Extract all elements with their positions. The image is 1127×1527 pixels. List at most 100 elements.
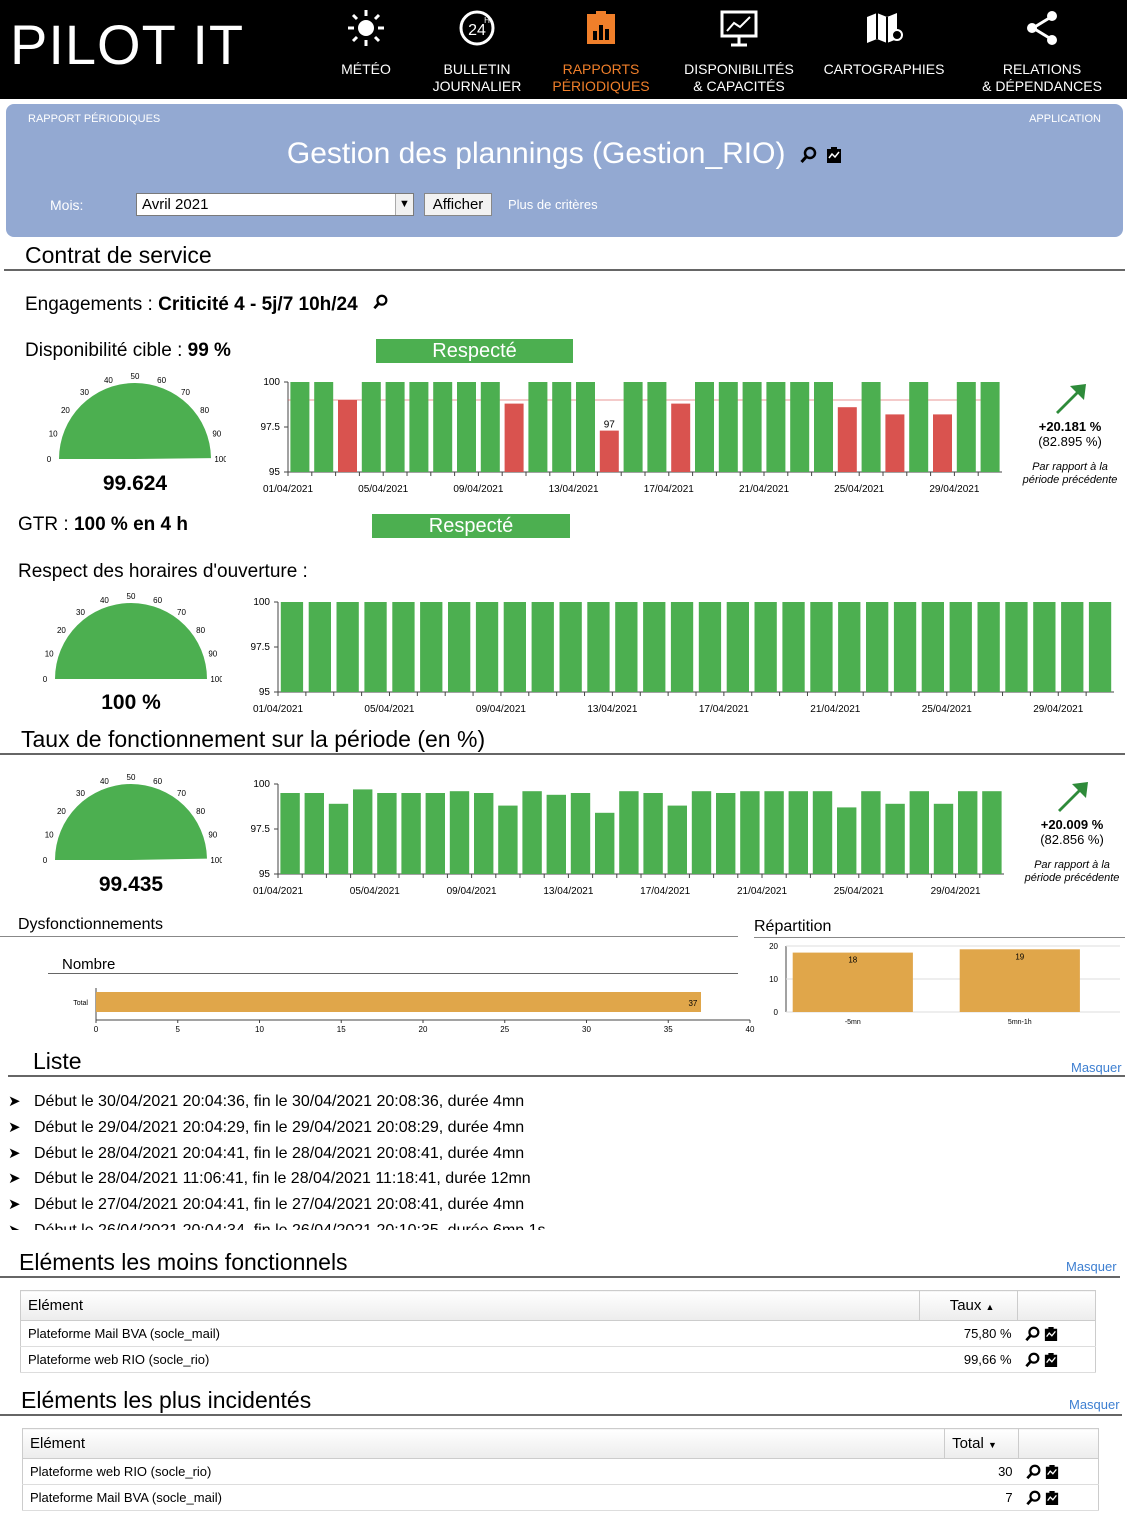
month-select[interactable]: Avril 2021 ▼: [136, 193, 414, 216]
target-label: Disponibilité cible :: [25, 340, 183, 361]
chart-bar: [425, 793, 445, 874]
hide-most-incidents-link[interactable]: Masquer: [1069, 1397, 1120, 1412]
list-item-text: Début le 28/04/2021 20:04:41, fin le 28/…: [34, 1144, 525, 1162]
details-icon[interactable]: [826, 146, 842, 164]
x-tick-label: 17/04/2021: [699, 704, 749, 715]
chart-bar: [615, 602, 638, 692]
table-row[interactable]: Plateforme Mail BVA (socle_mail) 75,80 %: [20, 1320, 1096, 1347]
list-item[interactable]: ➤ Début le 27/04/2021 20:04:41, fin le 27…: [8, 1195, 708, 1221]
chart-bar: [671, 403, 691, 472]
24h-clock-icon: 24 H: [459, 10, 495, 46]
most-incidents-table: Elément Total ▼ Plateforme web RIO (socl…: [22, 1428, 1099, 1511]
search-icon[interactable]: [1025, 1464, 1042, 1480]
search-icon[interactable]: [1024, 1352, 1041, 1368]
x-tick-label: 25: [500, 1025, 509, 1034]
y-tick-label: 100: [253, 597, 270, 608]
search-icon[interactable]: [1025, 1490, 1042, 1506]
chart-bar: [96, 992, 701, 1012]
hide-least-functional-link[interactable]: Masquer: [1066, 1259, 1117, 1274]
column-header-total[interactable]: Total ▼: [944, 1428, 1020, 1459]
chart-bar: [475, 602, 499, 692]
nav-item-bulletin[interactable]: 24 H BULLETIN JOURNALIER: [424, 0, 530, 99]
chart-bar: [587, 602, 610, 692]
gauge-tick-label: 0: [43, 675, 48, 684]
chart-bar: [980, 382, 1000, 472]
table-row[interactable]: Plateforme web RIO (socle_rio) 30: [22, 1458, 1099, 1485]
details-icon[interactable]: [1045, 1490, 1059, 1506]
x-tick-label: 5mn-1h: [1008, 1019, 1032, 1026]
nav-label: BULLETIN: [443, 61, 511, 77]
chart-bar: [921, 602, 944, 692]
chart-bar: [933, 803, 954, 874]
list-item-text: Début le 30/04/2021 20:04:36, fin le 30/…: [34, 1093, 525, 1110]
chart-bar: [766, 382, 786, 472]
gauge-tick-label: 10: [49, 429, 58, 438]
search-icon[interactable]: [800, 146, 818, 164]
list-item[interactable]: ➤ Début le 28/04/2021 20:04:41, fin le 28…: [8, 1144, 708, 1170]
chart-bar: [420, 602, 443, 692]
table-header-row: Elément Taux ▲: [20, 1290, 1096, 1321]
list-item[interactable]: ➤ Début le 30/04/2021 20:04:36, fin le 30…: [8, 1092, 708, 1118]
gauge-tick-label: 30: [76, 608, 85, 617]
chart-bar: [933, 414, 952, 472]
distribution-title: Répartition: [754, 918, 832, 935]
chart-malfunctions-distribution: 0 10 20 18 -5mn 19 5mn-1h: [769, 942, 1120, 1026]
breadcrumb[interactable]: RAPPORT PÉRIODIQUES: [28, 113, 160, 125]
table-row[interactable]: Plateforme Mail BVA (socle_mail) 7: [22, 1484, 1099, 1511]
x-tick-label: -5mn: [845, 1019, 861, 1026]
chart-bar: [280, 793, 300, 874]
x-tick-label: 5: [176, 1025, 181, 1034]
target-availability-line: Disponibilité cible : 99 %: [25, 340, 231, 362]
column-header-rate[interactable]: Taux ▲: [919, 1290, 1019, 1321]
gauge-tick-label: 50: [127, 773, 136, 782]
table-cell-value: 7: [944, 1484, 1019, 1511]
nav-item-disponibilites[interactable]: DISPONIBILITÉS & CAPACITÉS: [680, 0, 798, 99]
app-logo[interactable]: PILOT IT: [10, 12, 244, 77]
details-icon[interactable]: [1045, 1464, 1059, 1480]
nav-item-cartographies[interactable]: CARTOGRAPHIES: [820, 0, 948, 99]
column-header-rate-label: Taux: [949, 1297, 982, 1314]
chart-bar: [328, 803, 349, 874]
nav-label: & CAPACITÉS: [693, 78, 785, 94]
incident-list: ➤ Début le 30/04/2021 20:04:36, fin le 30…: [8, 1092, 708, 1230]
table-cell-value: 30: [944, 1458, 1019, 1485]
chart-bar: [448, 602, 471, 692]
chart-bar: [546, 794, 566, 874]
x-tick-label: 05/04/2021: [358, 484, 408, 495]
column-header-element[interactable]: Elément: [22, 1428, 946, 1459]
list-item-text: Début le 27/04/2021 20:04:41, fin le 27/…: [34, 1196, 525, 1214]
nav-label: PÉRIODIQUES: [552, 78, 650, 94]
chevron-down-icon[interactable]: ▼: [395, 194, 413, 215]
list-item[interactable]: ➤ Début le 29/04/2021 20:04:29, fin le 29…: [8, 1118, 708, 1144]
chart-bar: [338, 400, 357, 472]
chart-bar: [559, 602, 582, 692]
x-tick-label: 29/04/2021: [929, 484, 979, 495]
search-icon[interactable]: [1024, 1326, 1041, 1342]
show-button[interactable]: Afficher: [424, 193, 492, 216]
details-icon[interactable]: [1044, 1352, 1058, 1368]
x-tick-label: 05/04/2021: [350, 886, 400, 897]
hide-list-link[interactable]: Masquer: [1071, 1060, 1122, 1075]
table-row[interactable]: Plateforme web RIO (socle_rio) 99,66 %: [20, 1346, 1096, 1373]
nav-item-meteo[interactable]: MÉTÉO: [330, 0, 402, 99]
list-item[interactable]: ➤Début le 26/04/2021 20:04:34, fin le 26…: [8, 1221, 708, 1230]
chart-bar: [837, 407, 857, 472]
x-tick-label: 01/04/2021: [253, 886, 303, 897]
more-criteria-link[interactable]: Plus de critères: [508, 197, 598, 212]
list-item[interactable]: ➤ Début le 28/04/2021 11:06:41, fin le 28…: [8, 1169, 708, 1195]
list-item-text: Début le 26/04/2021 20:04:34, fin le 26/…: [34, 1222, 546, 1230]
nav-item-rapports[interactable]: RAPPORTS PÉRIODIQUES: [548, 0, 654, 99]
gauge-tick-label: 50: [127, 592, 136, 601]
column-header-element[interactable]: Elément: [20, 1290, 921, 1321]
gauge-tick-label: 70: [177, 789, 186, 798]
column-header-actions: [1017, 1290, 1096, 1321]
gauge-operating-rate: 0 10 20 30 40 50 60 70 80 90 100: [43, 773, 222, 865]
trend-operating-rate: +20.009 % (82.856 %) Par rapport à la pé…: [1017, 778, 1127, 885]
nav-item-relations[interactable]: RELATIONS & DÉPENDANCES: [976, 0, 1108, 99]
share-nodes-icon: [1027, 11, 1057, 45]
chart-bar: [885, 414, 905, 472]
search-icon[interactable]: [373, 294, 389, 310]
report-icon: [587, 11, 615, 44]
x-tick-label: 09/04/2021: [453, 484, 503, 495]
details-icon[interactable]: [1044, 1326, 1058, 1342]
